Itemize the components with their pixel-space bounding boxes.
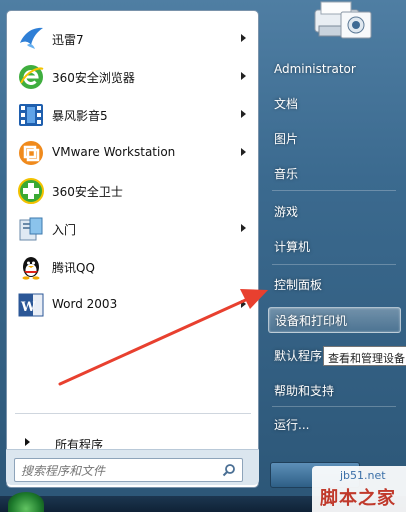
word-icon: W (16, 290, 46, 320)
devices-printers-label: 设备和打印机 (275, 313, 348, 328)
right-item-documents[interactable]: 文档 (268, 90, 401, 116)
computer-label: 计算机 (274, 239, 311, 254)
program-label: 入门 (52, 223, 77, 237)
right-item-help-support[interactable]: 帮助和支持 (268, 377, 401, 403)
programs-pane: 迅雷7 360安全浏览器 暴风影音5 VMware Workstation 36… (6, 10, 259, 488)
360-safe-icon (16, 176, 46, 206)
tooltip: 查看和管理设备 (323, 346, 406, 366)
vmware-icon (16, 138, 46, 168)
right-item-control-panel[interactable]: 控制面板 (268, 271, 401, 297)
program-item-360-safe[interactable]: 360安全卫士 (9, 173, 258, 209)
divider (272, 406, 396, 407)
program-item-word[interactable]: W Word 2003 (9, 287, 258, 323)
submenu-arrow-icon[interactable] (241, 72, 246, 80)
start-orb-icon[interactable] (8, 492, 44, 512)
tooltip-text: 查看和管理设备 (328, 352, 405, 365)
run-label: 运行... (274, 417, 310, 432)
program-label: 迅雷7 (52, 33, 84, 47)
expand-arrow-icon (25, 438, 30, 446)
default-programs-label: 默认程序 (274, 348, 323, 363)
program-label: VMware Workstation (52, 145, 176, 159)
help-support-label: 帮助和支持 (274, 383, 335, 398)
program-item-xunlei[interactable]: 迅雷7 (9, 21, 258, 57)
submenu-arrow-icon[interactable] (241, 110, 246, 118)
program-label: 暴风影音5 (52, 109, 108, 123)
program-item-baofeng[interactable]: 暴风影音5 (9, 97, 258, 133)
divider (15, 413, 251, 414)
submenu-arrow-icon[interactable] (241, 148, 246, 156)
360-browser-icon (16, 62, 46, 92)
right-item-computer[interactable]: 计算机 (268, 233, 401, 259)
search-box[interactable] (14, 458, 243, 482)
program-label: 360安全卫士 (52, 185, 123, 199)
baofeng-film-icon (16, 100, 46, 130)
program-item-vmware[interactable]: VMware Workstation (9, 135, 258, 171)
search-input[interactable] (21, 462, 211, 479)
right-item-games[interactable]: 游戏 (268, 198, 401, 224)
submenu-arrow-icon[interactable] (241, 224, 246, 232)
divider (272, 190, 396, 191)
documents-label: 文档 (274, 96, 299, 111)
user-name: Administrator (274, 62, 356, 76)
program-label: 360安全浏览器 (52, 71, 135, 85)
watermark-url: jb51.net (340, 469, 386, 482)
svg-text:W: W (20, 300, 36, 315)
xunlei-bird-icon (16, 24, 46, 54)
submenu-arrow-icon[interactable] (241, 34, 246, 42)
control-panel-label: 控制面板 (274, 277, 323, 292)
submenu-arrow-icon[interactable] (241, 300, 246, 308)
divider (272, 264, 396, 265)
program-item-qq[interactable]: 腾讯QQ (9, 249, 258, 285)
program-label: 腾讯QQ (52, 261, 95, 275)
right-item-user[interactable]: Administrator (268, 56, 401, 82)
right-item-pictures[interactable]: 图片 (268, 125, 401, 151)
games-label: 游戏 (274, 204, 299, 219)
right-item-devices-printers[interactable]: 设备和打印机 (268, 307, 401, 333)
music-label: 音乐 (274, 166, 299, 181)
program-label: Word 2003 (52, 297, 118, 311)
right-item-run[interactable]: 运行... (268, 411, 401, 437)
right-item-music[interactable]: 音乐 (268, 160, 401, 186)
qq-penguin-icon (16, 252, 46, 282)
pictures-label: 图片 (274, 131, 299, 146)
watermark-name: 脚本之家 (320, 488, 396, 509)
user-picture-printer-icon[interactable] (307, 0, 377, 42)
program-item-getting-started[interactable]: 入门 (9, 211, 258, 247)
program-item-360-browser[interactable]: 360安全浏览器 (9, 59, 258, 95)
search-icon[interactable] (222, 463, 236, 477)
getting-started-icon (16, 214, 46, 244)
